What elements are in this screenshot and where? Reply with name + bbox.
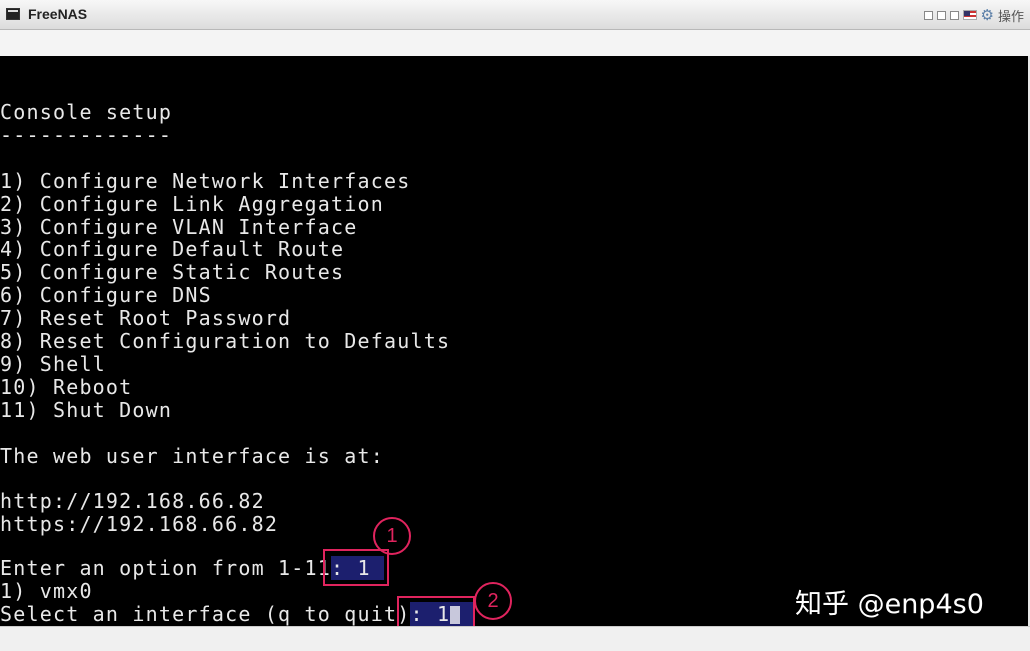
watermark: 知乎 @enp4s0 [795, 589, 984, 620]
console-app-icon [6, 8, 20, 20]
console-screen[interactable]: Console setup ------------- 1) Configure N… [0, 56, 1028, 626]
annotation-box-2 [397, 596, 475, 626]
console-line: 8) Reset Configuration to Defaults [0, 329, 451, 353]
annotation-box-1 [323, 549, 389, 586]
console-line: Console setup [0, 100, 173, 124]
console-line: The web user interface is at: [0, 443, 384, 468]
console-line: 5) Configure Static Routes [0, 260, 345, 285]
console-line: 7) Reset Root Password [0, 306, 292, 331]
console-line: 10) Reboot [0, 374, 133, 399]
console-line: 4) Configure Default Route [0, 237, 345, 262]
window-titlebar: FreeNAS ⚙ 操作 [0, 0, 1030, 30]
restore-icon[interactable] [923, 10, 933, 20]
console-line: http://192.168.66.82 [0, 489, 265, 514]
interface-line: 1) vmx0 [0, 579, 93, 603]
annotation-badge-1: 1 [373, 517, 411, 555]
console-line: 6) Configure DNS [0, 283, 212, 308]
maximize-icon[interactable] [949, 10, 959, 20]
gear-icon[interactable]: ⚙ [981, 6, 994, 24]
console-line: ------------- [0, 122, 173, 147]
toolbar-area [0, 30, 1030, 56]
status-bar [0, 626, 1030, 651]
action-menu[interactable]: 操作 [998, 6, 1024, 25]
console-line: 2) Configure Link Aggregation [0, 191, 384, 216]
annotation-badge-2: 2 [474, 582, 512, 620]
console-line: 3) Configure VLAN Interface [0, 214, 358, 239]
window-title: FreeNAS [28, 6, 88, 22]
console-line: 11) Shut Down [0, 397, 173, 422]
console-line: https://192.168.66.82 [0, 512, 279, 537]
window-controls: ⚙ 操作 [923, 5, 1024, 25]
console-line: 9) Shell [0, 351, 106, 376]
minimize-icon[interactable] [936, 10, 946, 20]
console-line: 1) Configure Network Interfaces [0, 168, 411, 193]
flag-icon[interactable] [962, 10, 977, 20]
